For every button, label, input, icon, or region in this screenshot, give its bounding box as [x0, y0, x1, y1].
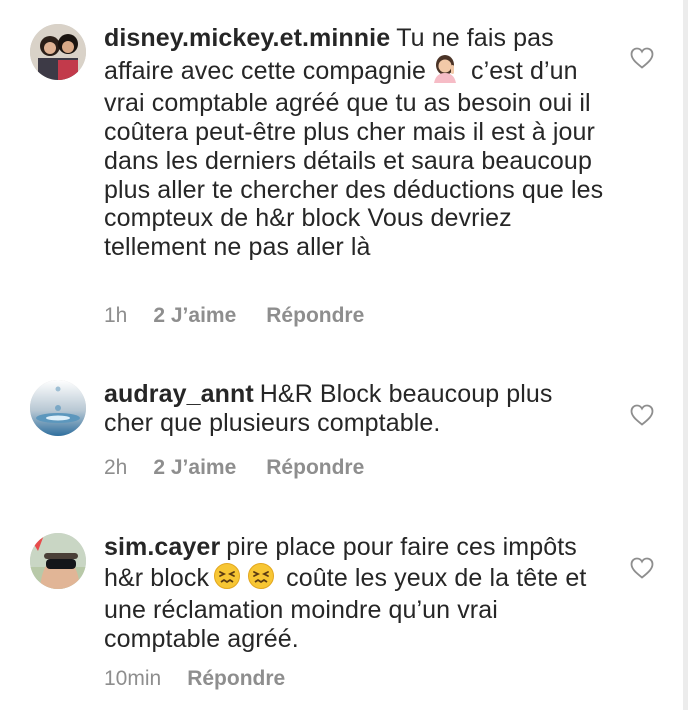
likes-count-link[interactable]: 2 J’aime	[153, 456, 236, 480]
reply-button[interactable]: Répondre	[266, 456, 364, 480]
confounded-face-emoji-icon	[213, 562, 275, 597]
comment-body-continued: c’est d’un vrai comptable agréé que tu a…	[104, 56, 604, 261]
comment-username[interactable]: sim.cayer	[104, 533, 220, 561]
avatar[interactable]	[30, 380, 86, 436]
comment-meta: 1h 2 J’aime Répondre	[104, 304, 364, 328]
heart-icon[interactable]	[630, 47, 654, 69]
reply-button[interactable]: Répondre	[266, 304, 364, 328]
comment-text: sim.cayer pire place pour faire ces impôt…	[104, 533, 604, 654]
comment-meta: 2h 2 J’aime Répondre	[104, 456, 364, 480]
comment-timestamp: 2h	[104, 456, 128, 479]
heart-icon[interactable]	[630, 557, 654, 579]
comment-username[interactable]: audray_annt	[104, 380, 254, 408]
avatar-photo	[30, 533, 86, 589]
avatar[interactable]	[30, 24, 86, 80]
avatar-photo	[30, 24, 86, 80]
comment-username[interactable]: disney.mickey.et.minnie	[104, 24, 390, 52]
heart-icon[interactable]	[630, 404, 654, 426]
comment-item: disney.mickey.et.minnie Tu ne fais pas af…	[0, 0, 683, 340]
avatar[interactable]	[30, 533, 86, 589]
comment-timestamp: 1h	[104, 304, 128, 327]
comment-item: audray_annt H&R Block beaucoup plus cher …	[0, 340, 683, 515]
comment-item: sim.cayer pire place pour faire ces impôt…	[0, 515, 683, 710]
comment-text: audray_annt H&R Block beaucoup plus cher …	[104, 380, 604, 437]
avatar-photo	[30, 380, 86, 436]
scrollbar-track[interactable]	[683, 0, 688, 710]
comment-meta: 10min Répondre	[104, 667, 285, 691]
likes-count-link[interactable]: 2 J’aime	[153, 304, 236, 328]
woman-shrugging-emoji-icon	[430, 53, 460, 90]
reply-button[interactable]: Répondre	[187, 667, 285, 691]
comment-text: disney.mickey.et.minnie Tu ne fais pas af…	[104, 24, 604, 262]
comment-timestamp: 10min	[104, 667, 162, 690]
